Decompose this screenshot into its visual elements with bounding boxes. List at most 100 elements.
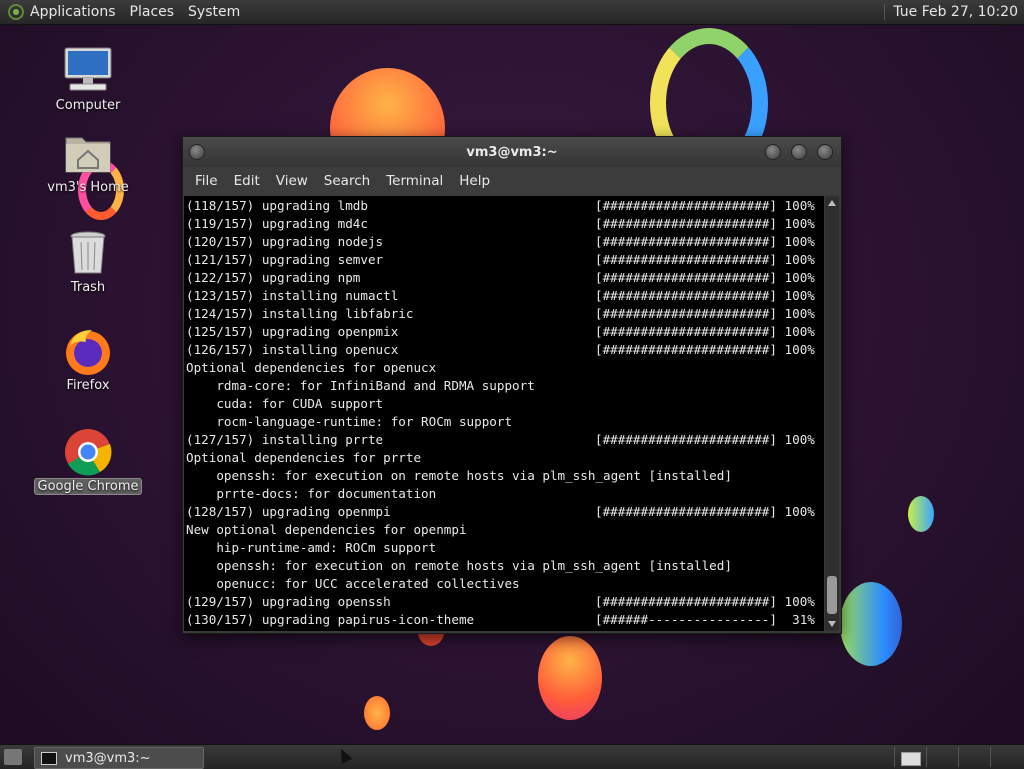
terminal-line-text: cuda: for CUDA support bbox=[186, 396, 384, 411]
desktop-icon-home[interactable]: vm3's Home bbox=[33, 128, 143, 195]
workspace-1[interactable] bbox=[894, 747, 925, 767]
terminal-line: (122/157) upgrading npm [################… bbox=[186, 269, 824, 287]
terminal-line-text: (122/157) upgrading npm bbox=[186, 270, 361, 285]
terminal-line-text: rdma-core: for InfiniBand and RDMA suppo… bbox=[186, 378, 535, 393]
terminal-line: (126/157) installing openucx [###########… bbox=[186, 341, 824, 359]
scroll-up-icon[interactable] bbox=[828, 200, 836, 206]
terminal-line-text: (121/157) upgrading semver bbox=[186, 252, 384, 267]
terminal-line: (128/157) upgrading openmpi [############… bbox=[186, 503, 824, 521]
maximize-button[interactable] bbox=[791, 144, 807, 160]
firefox-icon bbox=[62, 326, 114, 375]
terminal-progress: [######################] 100% bbox=[595, 198, 815, 213]
wallpaper-blue-blob bbox=[840, 582, 902, 666]
terminal-line-text: prrte-docs: for documentation bbox=[186, 486, 437, 501]
minimize-button[interactable] bbox=[765, 144, 781, 160]
terminal-progress: [######################] 100% bbox=[595, 342, 815, 357]
terminal-line-text: (125/157) upgrading openpmix bbox=[186, 324, 399, 339]
terminal-line: rdma-core: for InfiniBand and RDMA suppo… bbox=[186, 377, 824, 395]
top-panel: Applications Places System Tue Feb 27, 1… bbox=[0, 0, 1024, 25]
terminal-line: (130/157) upgrading papirus-icon-theme [#… bbox=[186, 611, 824, 629]
terminal-line-text: (129/157) upgrading openssh bbox=[186, 594, 391, 609]
terminal-progress: [######################] 100% bbox=[595, 234, 815, 249]
terminal-line: (127/157) installing prrte [#############… bbox=[186, 431, 824, 449]
window-titlebar[interactable]: vm3@vm3:~ bbox=[183, 137, 841, 167]
menu-places[interactable]: Places bbox=[130, 4, 175, 20]
terminal-line: openssh: for execution on remote hosts v… bbox=[186, 467, 824, 485]
wallpaper-orange-dot bbox=[364, 696, 390, 730]
terminal-progress: [######################] 100% bbox=[595, 288, 815, 303]
terminal-line-text: rocm-language-runtime: for ROCm support bbox=[186, 414, 513, 429]
terminal-line: (120/157) upgrading nodejs [#############… bbox=[186, 233, 824, 251]
menu-help[interactable]: Help bbox=[451, 173, 498, 189]
scroll-down-icon[interactable] bbox=[828, 621, 836, 627]
terminal-progress: [######----------------] 31% bbox=[595, 612, 815, 627]
terminal-line-text: (118/157) upgrading lmdb bbox=[186, 198, 368, 213]
terminal-line-text: (124/157) installing libfabric bbox=[186, 306, 414, 321]
menu-view[interactable]: View bbox=[268, 173, 316, 189]
terminal-progress: [######################] 100% bbox=[595, 216, 815, 231]
clock[interactable]: Tue Feb 27, 10:20 bbox=[884, 4, 1018, 20]
terminal-line-text: openucc: for UCC accelerated collectives bbox=[186, 576, 520, 591]
menu-terminal[interactable]: Terminal bbox=[378, 173, 451, 189]
desktop-icon-trash[interactable]: Trash bbox=[33, 228, 143, 295]
desktop-icon-chrome[interactable]: Google Chrome bbox=[33, 426, 143, 495]
terminal-line-text: (123/157) installing numactl bbox=[186, 288, 399, 303]
terminal-line: (123/157) installing numactl [###########… bbox=[186, 287, 824, 305]
taskbar-button-label: vm3@vm3:~ bbox=[65, 750, 151, 766]
terminal-progress: [######################] 100% bbox=[595, 324, 815, 339]
menu-search[interactable]: Search bbox=[316, 173, 378, 189]
window-menu-icon[interactable] bbox=[189, 144, 205, 160]
wallpaper-green-blob bbox=[908, 496, 934, 532]
terminal-line-text: (119/157) upgrading md4c bbox=[186, 216, 368, 231]
terminal-output[interactable]: (118/157) upgrading lmdb [###############… bbox=[184, 196, 824, 631]
terminal-line-text: Optional dependencies for openucx bbox=[186, 360, 437, 375]
desktop-icon-computer[interactable]: Computer bbox=[33, 46, 143, 113]
terminal-line-text: New optional dependencies for openmpi bbox=[186, 522, 467, 537]
terminal-line: hip-runtime-amd: ROCm support bbox=[186, 539, 824, 557]
terminal-line: (129/157) upgrading openssh [############… bbox=[186, 593, 824, 611]
terminal-progress: [######################] 100% bbox=[595, 270, 815, 285]
chrome-icon bbox=[62, 426, 114, 476]
terminal-line: (118/157) upgrading lmdb [###############… bbox=[186, 197, 824, 215]
distro-logo-icon[interactable] bbox=[8, 4, 24, 20]
terminal-line: (121/157) upgrading semver [#############… bbox=[186, 251, 824, 269]
window-menubar: File Edit View Search Terminal Help bbox=[183, 167, 841, 195]
terminal-line: Optional dependencies for prrte bbox=[186, 449, 824, 467]
close-button[interactable] bbox=[817, 144, 833, 160]
show-desktop-icon[interactable] bbox=[4, 749, 22, 765]
menu-file[interactable]: File bbox=[187, 173, 226, 189]
workspace-4[interactable] bbox=[990, 747, 1021, 767]
terminal-line: cuda: for CUDA support bbox=[186, 395, 824, 413]
terminal-line-text: (120/157) upgrading nodejs bbox=[186, 234, 384, 249]
terminal-window[interactable]: vm3@vm3:~ File Edit View Search Terminal… bbox=[182, 136, 842, 634]
desktop-icon-firefox[interactable]: Firefox bbox=[33, 326, 143, 393]
terminal-progress: [######################] 100% bbox=[595, 504, 815, 519]
terminal-line: (124/157) installing libfabric [#########… bbox=[186, 305, 824, 323]
workspace-2[interactable] bbox=[926, 747, 957, 767]
terminal-line-text: openssh: for execution on remote hosts v… bbox=[186, 468, 732, 483]
terminal-progress: [######################] 100% bbox=[595, 252, 815, 267]
terminal-line-text: (128/157) upgrading openmpi bbox=[186, 504, 391, 519]
computer-icon bbox=[62, 46, 114, 94]
terminal-line: openssh: for execution on remote hosts v… bbox=[186, 557, 824, 575]
terminal-line-text: openssh: for execution on remote hosts v… bbox=[186, 558, 732, 573]
terminal-progress: [######################] 100% bbox=[595, 306, 815, 321]
terminal-progress: [######################] 100% bbox=[595, 594, 815, 609]
bottom-panel: vm3@vm3:~ bbox=[0, 744, 1024, 769]
terminal-line: Optional dependencies for openucx bbox=[186, 359, 824, 377]
scrollbar-thumb[interactable] bbox=[827, 576, 837, 614]
menu-applications[interactable]: Applications bbox=[30, 4, 116, 20]
terminal-line: openucc: for UCC accelerated collectives bbox=[186, 575, 824, 593]
terminal-line: (125/157) upgrading openpmix [###########… bbox=[186, 323, 824, 341]
terminal-line: New optional dependencies for openmpi bbox=[186, 521, 824, 539]
terminal-line: prrte-docs: for documentation bbox=[186, 485, 824, 503]
desktop-icon-label: Google Chrome bbox=[33, 478, 143, 495]
workspace-3[interactable] bbox=[958, 747, 989, 767]
terminal-line-text: hip-runtime-amd: ROCm support bbox=[186, 540, 437, 555]
desktop-icon-label: Computer bbox=[55, 98, 121, 113]
taskbar-button-terminal[interactable]: vm3@vm3:~ bbox=[34, 747, 204, 769]
menu-edit[interactable]: Edit bbox=[226, 173, 268, 189]
desktop-icon-label: Trash bbox=[70, 280, 106, 295]
menu-system[interactable]: System bbox=[188, 4, 240, 20]
terminal-scrollbar[interactable] bbox=[825, 196, 839, 631]
